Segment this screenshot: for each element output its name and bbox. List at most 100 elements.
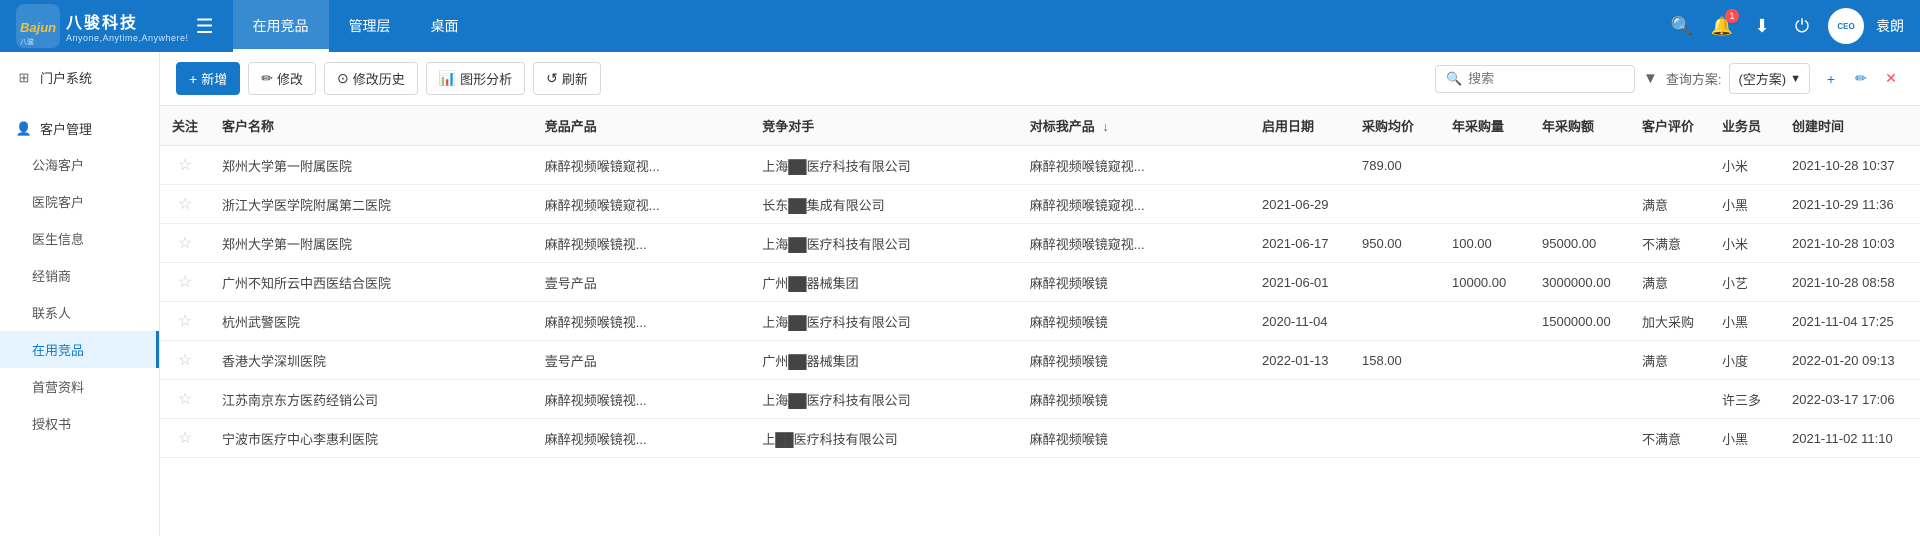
customer-eval-cell: 满意 (1630, 263, 1710, 302)
focus-star[interactable]: ☆ (160, 341, 210, 380)
edit-icon: ✏ (261, 70, 273, 87)
sidebar-section-title-customer[interactable]: 👤 客户管理 (0, 111, 159, 146)
hamburger-button[interactable]: ☰ (189, 10, 221, 42)
purchase-price-cell (1350, 419, 1440, 458)
target-product-cell: 麻醉视频喉镜窥视... (1018, 185, 1250, 224)
customer-eval-cell: 不满意 (1630, 224, 1710, 263)
competitor-product-cell: 麻醉视频喉镜窥视... (533, 185, 750, 224)
sidebar-item-distributor[interactable]: 经销商 (0, 257, 159, 294)
search-input[interactable] (1468, 71, 1628, 86)
power-button[interactable]: ⏻ (1788, 12, 1816, 40)
notification-button[interactable]: 🔔 1 (1708, 12, 1736, 40)
col-header-staff[interactable]: 业务员 (1710, 106, 1780, 146)
competitor-cell: 上海██医疗科技有限公司 (750, 224, 1018, 263)
col-header-competitor-product[interactable]: 竞品产品 (533, 106, 750, 146)
sidebar-section-customer: 👤 客户管理 公海客户 医院客户 医生信息 经销商 联系人 在用竞品 首营 (0, 103, 159, 450)
download-button[interactable]: ⬇ (1748, 12, 1776, 40)
svg-text:Bajun: Bajun (20, 20, 56, 35)
competitor-product-cell: 麻醉视频喉镜视... (533, 302, 750, 341)
competitor-cell: 上海██医疗科技有限公司 (750, 380, 1018, 419)
search-box[interactable]: 🔍 (1435, 65, 1635, 93)
focus-star[interactable]: ☆ (160, 224, 210, 263)
competitor-product-cell: 壹号产品 (533, 263, 750, 302)
purchase-price-cell (1350, 302, 1440, 341)
query-scheme-select[interactable]: (空方案) ▼ (1729, 63, 1810, 94)
focus-star[interactable]: ☆ (160, 302, 210, 341)
col-header-customer-eval[interactable]: 客户评价 (1630, 106, 1710, 146)
customer-eval-cell (1630, 380, 1710, 419)
main-layout: ⊞ 门户系统 👤 客户管理 公海客户 医院客户 医生信息 经销商 联系人 (0, 52, 1920, 536)
col-header-annual-amount[interactable]: 年采购额 (1530, 106, 1630, 146)
sidebar-item-doctor-info[interactable]: 医生信息 (0, 220, 159, 257)
table-row: ☆江苏南京东方医药经销公司麻醉视频喉镜视...上海██医疗科技有限公司麻醉视频喉… (160, 380, 1920, 419)
focus-star[interactable]: ☆ (160, 185, 210, 224)
edit-filter-button[interactable]: ✏ (1848, 66, 1874, 92)
col-header-create-time[interactable]: 创建时间 (1780, 106, 1920, 146)
search-icon-button[interactable]: 🔍 (1668, 12, 1696, 40)
staff-cell: 小米 (1710, 146, 1780, 185)
sidebar: ⊞ 门户系统 👤 客户管理 公海客户 医院客户 医生信息 经销商 联系人 (0, 52, 160, 536)
col-header-start-date[interactable]: 启用日期 (1250, 106, 1350, 146)
history-button[interactable]: ⊙ 修改历史 (324, 62, 418, 95)
focus-star[interactable]: ☆ (160, 380, 210, 419)
sort-desc-icon: ↓ (1102, 119, 1109, 134)
annual-amount-cell: 95000.00 (1530, 224, 1630, 263)
customer-eval-cell: 不满意 (1630, 419, 1710, 458)
start-date-cell (1250, 419, 1350, 458)
target-product-cell: 麻醉视频喉镜 (1018, 419, 1250, 458)
annual-amount-cell (1530, 185, 1630, 224)
add-button[interactable]: + 新增 (176, 62, 240, 95)
nav-tab-desktop[interactable]: 桌面 (411, 0, 479, 52)
focus-star[interactable]: ☆ (160, 146, 210, 185)
chart-icon: 📊 (439, 70, 456, 87)
table-container: 关注 客户名称 竞品产品 竞争对手 对标我产品 ↓ (160, 106, 1920, 536)
table-row: ☆浙江大学医学院附属第二医院麻醉视频喉镜窥视...长东██集成有限公司麻醉视频喉… (160, 185, 1920, 224)
chevron-down-icon: ▼ (1790, 73, 1801, 85)
sidebar-item-public-customer[interactable]: 公海客户 (0, 146, 159, 183)
focus-star[interactable]: ☆ (160, 263, 210, 302)
competitor-product-cell: 麻醉视频喉镜视... (533, 419, 750, 458)
sidebar-section-title-portal[interactable]: ⊞ 门户系统 (0, 60, 159, 95)
competitor-cell: 上██医疗科技有限公司 (750, 419, 1018, 458)
start-date-cell (1250, 146, 1350, 185)
customer-eval-cell (1630, 146, 1710, 185)
col-header-annual-qty[interactable]: 年采购量 (1440, 106, 1530, 146)
customer-name-cell: 香港大学深圳医院 (210, 341, 533, 380)
col-header-customer-name[interactable]: 客户名称 (210, 106, 533, 146)
user-name[interactable]: 袁朗 (1876, 16, 1904, 36)
col-header-purchase-price[interactable]: 采购均价 (1350, 106, 1440, 146)
customer-eval-cell: 满意 (1630, 341, 1710, 380)
annual-amount-cell: 3000000.00 (1530, 263, 1630, 302)
col-header-target-product[interactable]: 对标我产品 ↓ (1018, 106, 1250, 146)
nav-tab-management[interactable]: 管理层 (329, 0, 411, 52)
nav-tab-in-use[interactable]: 在用竞品 (233, 0, 329, 52)
avatar[interactable]: CEO (1828, 8, 1864, 44)
delete-filter-button[interactable]: ✕ (1878, 66, 1904, 92)
create-time-cell: 2021-11-04 17:25 (1780, 302, 1920, 341)
customer-eval-cell: 加大采购 (1630, 302, 1710, 341)
col-header-focus: 关注 (160, 106, 210, 146)
table-row: ☆郑州大学第一附属医院麻醉视频喉镜窥视...上海██医疗科技有限公司麻醉视频喉镜… (160, 146, 1920, 185)
refresh-button[interactable]: ↺ 刷新 (533, 62, 601, 95)
sidebar-item-auth-book[interactable]: 授权书 (0, 405, 159, 442)
create-time-cell: 2021-11-02 11:10 (1780, 419, 1920, 458)
logo-text: 八骏科技 Anyone,Anytime,Anywhere! (66, 9, 189, 43)
focus-star[interactable]: ☆ (160, 419, 210, 458)
sidebar-item-hospital-customer[interactable]: 医院客户 (0, 183, 159, 220)
col-header-competitor[interactable]: 竞争对手 (750, 106, 1018, 146)
logo-area: Bajun 八骏 八骏科技 Anyone,Anytime,Anywhere! (16, 4, 189, 48)
sidebar-item-first-营[interactable]: 首营资料 (0, 368, 159, 405)
competitor-product-cell: 麻醉视频喉镜视... (533, 224, 750, 263)
target-product-cell: 麻醉视频喉镜窥视... (1018, 146, 1250, 185)
sidebar-item-contact[interactable]: 联系人 (0, 294, 159, 331)
sidebar-item-in-use-competitor[interactable]: 在用竞品 (0, 331, 159, 368)
annual-amount-cell (1530, 341, 1630, 380)
chart-button[interactable]: 📊 图形分析 (426, 62, 525, 95)
table-body: ☆郑州大学第一附属医院麻醉视频喉镜窥视...上海██医疗科技有限公司麻醉视频喉镜… (160, 146, 1920, 458)
edit-button[interactable]: ✏ 修改 (248, 62, 316, 95)
staff-cell: 小黑 (1710, 419, 1780, 458)
add-filter-button[interactable]: + (1818, 66, 1844, 92)
create-time-cell: 2021-10-28 08:58 (1780, 263, 1920, 302)
staff-cell: 小黑 (1710, 302, 1780, 341)
create-time-cell: 2021-10-28 10:37 (1780, 146, 1920, 185)
